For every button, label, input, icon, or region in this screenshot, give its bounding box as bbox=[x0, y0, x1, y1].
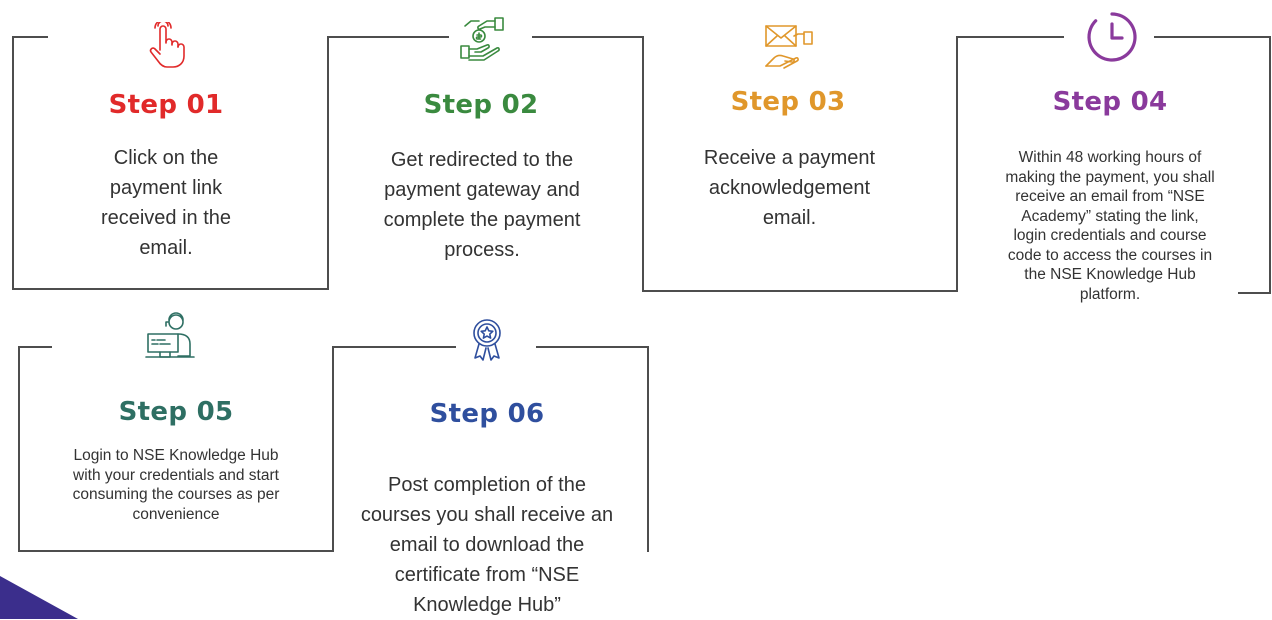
step-03-title: Step 03 bbox=[730, 87, 846, 117]
frame-line bbox=[647, 346, 649, 552]
person-computer-icon bbox=[145, 312, 195, 358]
step-06-description: Post completion of the courses you shall… bbox=[352, 470, 622, 620]
frame-line bbox=[956, 36, 958, 292]
frame-line bbox=[536, 346, 649, 348]
description-line: email to download the bbox=[389, 534, 585, 556]
step-05-description: Login to NSE Knowledge Hub with your cre… bbox=[36, 446, 316, 524]
description-line: making the payment, you shall bbox=[1005, 168, 1215, 186]
frame-line bbox=[642, 290, 958, 292]
frame-line bbox=[12, 36, 48, 38]
frame-line bbox=[1154, 36, 1271, 38]
description-line: complete the payment bbox=[383, 209, 581, 231]
frame-line bbox=[18, 550, 334, 552]
step-01-description: Click on the payment link received in th… bbox=[36, 143, 296, 263]
description-line: Click on the bbox=[113, 147, 219, 169]
description-line: email. bbox=[139, 237, 193, 259]
description-line: with your credentials and start bbox=[73, 466, 279, 484]
description-line: Post completion of the bbox=[388, 474, 586, 496]
award-badge-icon bbox=[473, 319, 501, 361]
step-02-description: Get redirected to the payment gateway an… bbox=[352, 145, 612, 265]
description-line: acknowledgement bbox=[708, 177, 871, 199]
frame-line bbox=[18, 346, 20, 552]
step-01-title: Step 01 bbox=[108, 90, 224, 120]
description-line: Within 48 working hours of bbox=[1018, 149, 1202, 166]
description-line: Login to NSE Knowledge Hub bbox=[73, 447, 279, 464]
hand-pointer-icon bbox=[149, 22, 185, 68]
frame-line bbox=[18, 346, 52, 348]
handshake-payment-icon bbox=[460, 17, 504, 61]
frame-line bbox=[12, 36, 14, 290]
description-line: receive an email from “NSE bbox=[1015, 188, 1205, 205]
description-line: payment gateway and bbox=[384, 179, 580, 201]
frame-line bbox=[1269, 36, 1271, 294]
step-05-title: Step 05 bbox=[118, 397, 234, 427]
description-line: login credentials and course bbox=[1013, 227, 1207, 244]
description-line: payment link bbox=[109, 177, 223, 199]
frame-line bbox=[12, 288, 329, 290]
step-04-title: Step 04 bbox=[1052, 87, 1168, 117]
frame-line bbox=[327, 36, 449, 38]
description-line: platform. bbox=[1079, 285, 1141, 303]
description-line: received in the bbox=[100, 207, 232, 229]
description-line: Receive a payment bbox=[703, 147, 876, 169]
frame-line bbox=[956, 36, 1064, 38]
step-04-description: Within 48 working hours of making the pa… bbox=[970, 148, 1250, 304]
frame-line bbox=[327, 36, 329, 290]
step-02-title: Step 02 bbox=[423, 90, 539, 120]
description-line: certificate from “NSE bbox=[394, 564, 580, 586]
description-line: process. bbox=[444, 239, 520, 261]
description-line: Knowledge Hub” bbox=[413, 594, 561, 616]
description-line: the NSE Knowledge Hub bbox=[1024, 266, 1196, 283]
envelope-hand-icon bbox=[765, 25, 813, 69]
frame-line bbox=[642, 36, 644, 292]
description-line: Get redirected to the bbox=[390, 149, 574, 171]
frame-line bbox=[332, 346, 334, 552]
description-line: email. bbox=[762, 207, 817, 229]
description-line: convenience bbox=[132, 505, 220, 523]
frame-line bbox=[532, 36, 644, 38]
description-line: courses you shall receive an bbox=[360, 504, 614, 526]
description-line: consuming the courses as per bbox=[72, 486, 280, 503]
step-03-description: Receive a payment acknowledgement email. bbox=[667, 143, 912, 233]
frame-line bbox=[332, 346, 456, 348]
clock-icon bbox=[1087, 12, 1137, 62]
description-line: code to access the courses in bbox=[1007, 246, 1213, 264]
description-line: Academy” stating the link, bbox=[1021, 207, 1199, 225]
step-06-title: Step 06 bbox=[429, 399, 545, 429]
